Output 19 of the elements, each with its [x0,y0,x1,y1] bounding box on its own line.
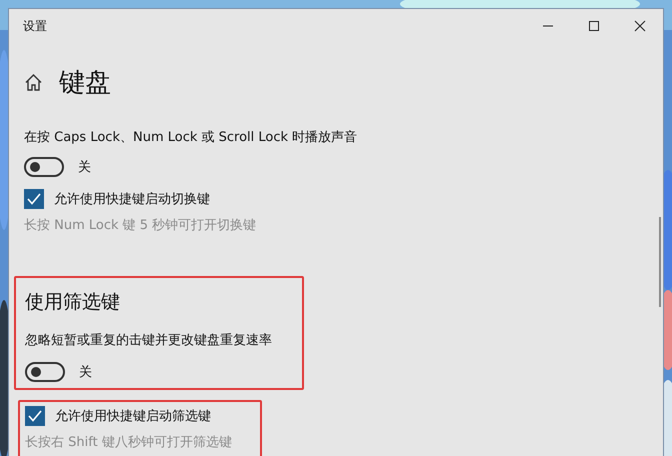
toggle-switch[interactable] [25,362,65,382]
checkbox-label: 允许使用快捷键启动切换键 [54,191,210,208]
checkbox[interactable] [25,406,45,426]
page-title: 键盘 [59,66,111,100]
close-icon [634,20,646,32]
maximize-icon [588,20,600,32]
window-title: 设置 [23,18,47,34]
home-icon[interactable] [24,72,43,92]
hint-text: 长按 Num Lock 键 5 秒钟可打开切换键 [24,217,256,235]
toggle-label: 关 [78,159,91,176]
checkbox[interactable] [24,189,44,209]
checkbox-label: 允许使用快捷键启动筛选键 [55,408,211,425]
toggle-switch[interactable] [24,157,64,177]
toggle-label: 关 [79,364,92,381]
section-heading: 使用筛选键 [25,290,120,315]
scrollbar-thumb[interactable] [659,217,661,307]
setting-description: 在按 Caps Lock、Num Lock 或 Scroll Lock 时播放声音 [24,129,358,147]
setting-description: 忽略短暂或重复的击键并更改键盘重复速率 [25,332,272,350]
hint-text: 长按右 Shift 键八秒钟可打开筛选键 [25,434,232,452]
